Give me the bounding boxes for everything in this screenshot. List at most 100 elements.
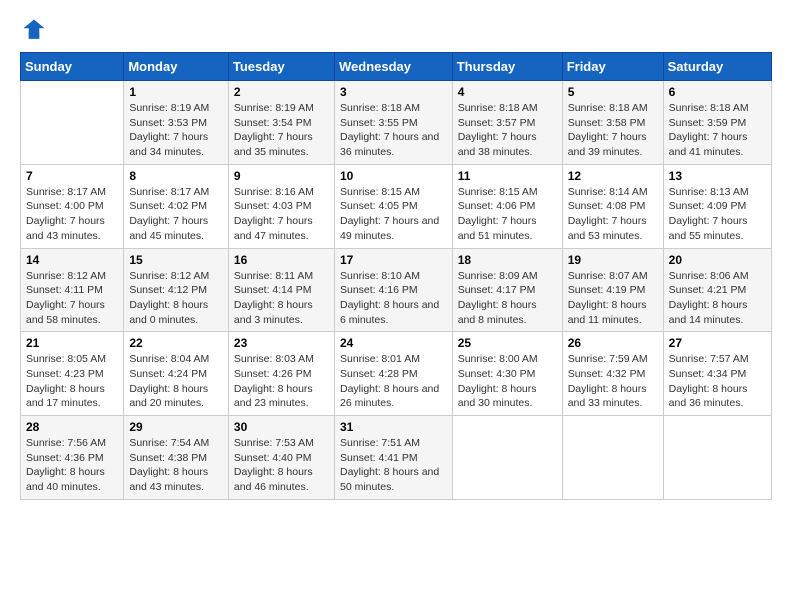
day-number: 6 xyxy=(669,85,766,99)
day-daylight: Daylight: 7 hours and 35 minutes. xyxy=(234,131,313,158)
day-sunset: Sunset: 4:23 PM xyxy=(26,368,104,380)
day-number: 8 xyxy=(129,169,223,183)
header-day-sunday: Sunday xyxy=(21,53,124,81)
calendar-cell: 16 Sunrise: 8:11 AM Sunset: 4:14 PM Dayl… xyxy=(228,248,334,332)
day-sunset: Sunset: 4:41 PM xyxy=(340,452,418,464)
header-day-saturday: Saturday xyxy=(663,53,771,81)
day-number: 5 xyxy=(568,85,658,99)
day-daylight: Daylight: 7 hours and 47 minutes. xyxy=(234,215,313,242)
day-sunset: Sunset: 4:28 PM xyxy=(340,368,418,380)
day-sunset: Sunset: 4:12 PM xyxy=(129,284,207,296)
day-sunset: Sunset: 4:09 PM xyxy=(669,200,747,212)
day-daylight: Daylight: 8 hours and 6 minutes. xyxy=(340,299,439,326)
calendar-cell: 27 Sunrise: 7:57 AM Sunset: 4:34 PM Dayl… xyxy=(663,332,771,416)
day-sunrise: Sunrise: 7:57 AM xyxy=(669,353,749,365)
day-sunrise: Sunrise: 8:09 AM xyxy=(458,270,538,282)
calendar-cell xyxy=(452,416,562,500)
day-sunset: Sunset: 4:24 PM xyxy=(129,368,207,380)
day-daylight: Daylight: 8 hours and 3 minutes. xyxy=(234,299,313,326)
day-sunrise: Sunrise: 8:19 AM xyxy=(234,102,314,114)
day-daylight: Daylight: 8 hours and 20 minutes. xyxy=(129,383,208,410)
day-daylight: Daylight: 8 hours and 8 minutes. xyxy=(458,299,537,326)
day-sunrise: Sunrise: 8:15 AM xyxy=(458,186,538,198)
day-daylight: Daylight: 8 hours and 0 minutes. xyxy=(129,299,208,326)
header-day-tuesday: Tuesday xyxy=(228,53,334,81)
day-sunset: Sunset: 4:34 PM xyxy=(669,368,747,380)
day-sunrise: Sunrise: 7:54 AM xyxy=(129,437,209,449)
day-number: 11 xyxy=(458,169,557,183)
calendar-cell: 2 Sunrise: 8:19 AM Sunset: 3:54 PM Dayli… xyxy=(228,81,334,165)
day-sunrise: Sunrise: 8:18 AM xyxy=(340,102,420,114)
day-daylight: Daylight: 8 hours and 43 minutes. xyxy=(129,466,208,493)
day-daylight: Daylight: 8 hours and 17 minutes. xyxy=(26,383,105,410)
day-number: 2 xyxy=(234,85,329,99)
day-number: 17 xyxy=(340,253,447,267)
week-row-2: 7 Sunrise: 8:17 AM Sunset: 4:00 PM Dayli… xyxy=(21,164,772,248)
header-day-wednesday: Wednesday xyxy=(334,53,452,81)
day-sunrise: Sunrise: 8:12 AM xyxy=(129,270,209,282)
day-daylight: Daylight: 7 hours and 43 minutes. xyxy=(26,215,105,242)
day-sunset: Sunset: 3:57 PM xyxy=(458,117,536,129)
day-number: 27 xyxy=(669,336,766,350)
day-sunset: Sunset: 4:36 PM xyxy=(26,452,104,464)
day-sunset: Sunset: 4:38 PM xyxy=(129,452,207,464)
day-number: 10 xyxy=(340,169,447,183)
calendar-cell: 8 Sunrise: 8:17 AM Sunset: 4:02 PM Dayli… xyxy=(124,164,229,248)
day-sunset: Sunset: 4:11 PM xyxy=(26,284,103,296)
logo-icon xyxy=(20,16,48,44)
day-sunrise: Sunrise: 8:19 AM xyxy=(129,102,209,114)
calendar-cell: 21 Sunrise: 8:05 AM Sunset: 4:23 PM Dayl… xyxy=(21,332,124,416)
day-sunset: Sunset: 3:58 PM xyxy=(568,117,646,129)
calendar-cell xyxy=(21,81,124,165)
calendar-cell: 29 Sunrise: 7:54 AM Sunset: 4:38 PM Dayl… xyxy=(124,416,229,500)
day-sunrise: Sunrise: 7:56 AM xyxy=(26,437,106,449)
day-sunrise: Sunrise: 8:16 AM xyxy=(234,186,314,198)
calendar-cell: 26 Sunrise: 7:59 AM Sunset: 4:32 PM Dayl… xyxy=(562,332,663,416)
calendar-cell: 24 Sunrise: 8:01 AM Sunset: 4:28 PM Dayl… xyxy=(334,332,452,416)
day-sunrise: Sunrise: 7:51 AM xyxy=(340,437,420,449)
day-sunset: Sunset: 4:03 PM xyxy=(234,200,312,212)
day-number: 19 xyxy=(568,253,658,267)
day-sunrise: Sunrise: 8:13 AM xyxy=(669,186,749,198)
header-day-friday: Friday xyxy=(562,53,663,81)
calendar-cell xyxy=(562,416,663,500)
day-sunrise: Sunrise: 8:04 AM xyxy=(129,353,209,365)
day-sunset: Sunset: 4:14 PM xyxy=(234,284,312,296)
day-sunrise: Sunrise: 8:01 AM xyxy=(340,353,420,365)
calendar-cell: 6 Sunrise: 8:18 AM Sunset: 3:59 PM Dayli… xyxy=(663,81,771,165)
calendar-cell: 3 Sunrise: 8:18 AM Sunset: 3:55 PM Dayli… xyxy=(334,81,452,165)
header-day-thursday: Thursday xyxy=(452,53,562,81)
day-number: 20 xyxy=(669,253,766,267)
calendar-cell: 14 Sunrise: 8:12 AM Sunset: 4:11 PM Dayl… xyxy=(21,248,124,332)
day-number: 3 xyxy=(340,85,447,99)
header-row: SundayMondayTuesdayWednesdayThursdayFrid… xyxy=(21,53,772,81)
day-sunrise: Sunrise: 8:18 AM xyxy=(568,102,648,114)
day-sunrise: Sunrise: 8:17 AM xyxy=(26,186,106,198)
calendar-cell: 30 Sunrise: 7:53 AM Sunset: 4:40 PM Dayl… xyxy=(228,416,334,500)
header xyxy=(20,16,772,44)
day-daylight: Daylight: 7 hours and 45 minutes. xyxy=(129,215,208,242)
calendar-cell: 1 Sunrise: 8:19 AM Sunset: 3:53 PM Dayli… xyxy=(124,81,229,165)
day-number: 25 xyxy=(458,336,557,350)
day-sunset: Sunset: 4:19 PM xyxy=(568,284,646,296)
calendar-cell: 9 Sunrise: 8:16 AM Sunset: 4:03 PM Dayli… xyxy=(228,164,334,248)
day-sunset: Sunset: 4:05 PM xyxy=(340,200,418,212)
day-daylight: Daylight: 8 hours and 30 minutes. xyxy=(458,383,537,410)
day-number: 9 xyxy=(234,169,329,183)
day-daylight: Daylight: 8 hours and 33 minutes. xyxy=(568,383,647,410)
week-row-4: 21 Sunrise: 8:05 AM Sunset: 4:23 PM Dayl… xyxy=(21,332,772,416)
day-number: 7 xyxy=(26,169,118,183)
day-sunset: Sunset: 3:54 PM xyxy=(234,117,312,129)
day-sunset: Sunset: 4:21 PM xyxy=(669,284,747,296)
day-sunrise: Sunrise: 8:05 AM xyxy=(26,353,106,365)
day-sunset: Sunset: 4:17 PM xyxy=(458,284,536,296)
logo xyxy=(20,16,52,44)
calendar-cell: 18 Sunrise: 8:09 AM Sunset: 4:17 PM Dayl… xyxy=(452,248,562,332)
day-daylight: Daylight: 8 hours and 40 minutes. xyxy=(26,466,105,493)
day-sunset: Sunset: 4:26 PM xyxy=(234,368,312,380)
day-daylight: Daylight: 8 hours and 14 minutes. xyxy=(669,299,748,326)
calendar-cell: 12 Sunrise: 8:14 AM Sunset: 4:08 PM Dayl… xyxy=(562,164,663,248)
day-number: 12 xyxy=(568,169,658,183)
day-number: 31 xyxy=(340,420,447,434)
day-sunset: Sunset: 4:40 PM xyxy=(234,452,312,464)
